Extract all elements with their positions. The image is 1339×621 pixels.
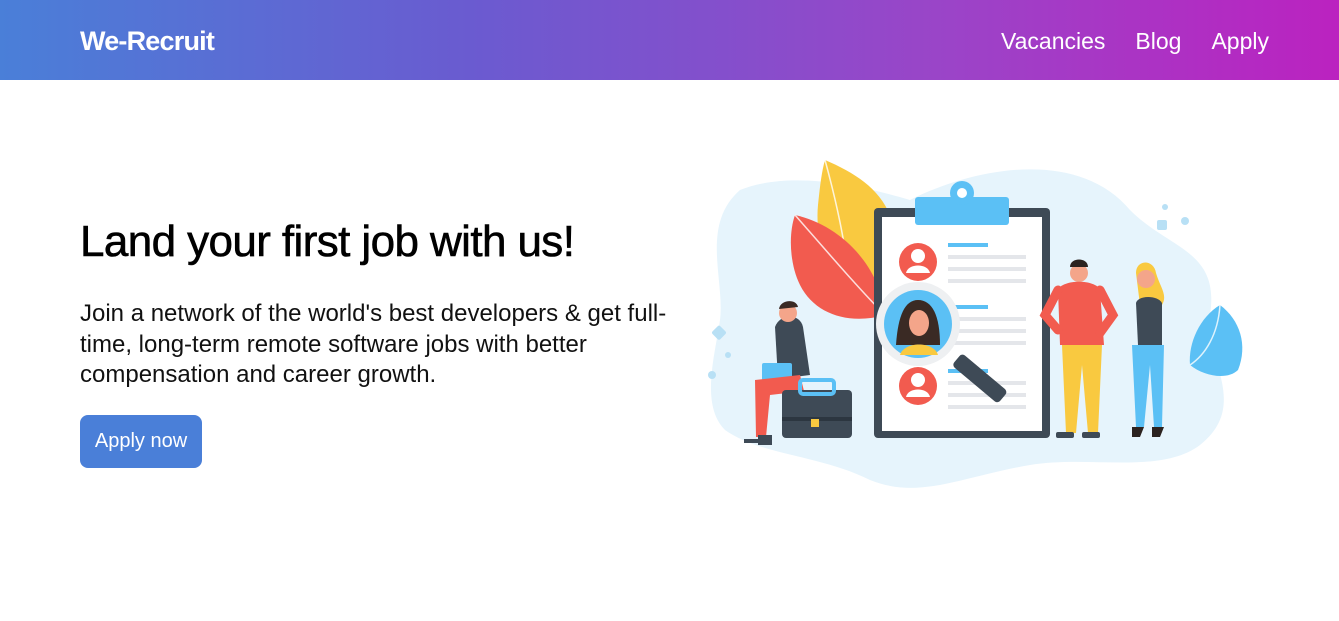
nav-links: Vacancies Blog Apply	[1001, 26, 1269, 56]
apply-now-button[interactable]: Apply now	[80, 415, 202, 468]
recruitment-illustration	[708, 159, 1243, 488]
brand-logo[interactable]: We-Recruit	[80, 24, 215, 58]
sparkle-dot	[725, 352, 731, 358]
nav-link-blog[interactable]: Blog	[1135, 26, 1181, 56]
hero-title: Land your first job with us!	[80, 217, 576, 267]
sparkle-dot	[708, 371, 716, 379]
sparkle-square	[1157, 220, 1167, 230]
top-navbar: We-Recruit Vacancies Blog Apply	[0, 0, 1339, 80]
sparkle-dot	[1181, 217, 1189, 225]
sparkle-dot	[1162, 204, 1168, 210]
hero-description: Join a network of the world's best devel…	[80, 300, 667, 388]
nav-link-vacancies[interactable]: Vacancies	[1001, 26, 1105, 56]
nav-link-apply[interactable]: Apply	[1211, 26, 1269, 56]
